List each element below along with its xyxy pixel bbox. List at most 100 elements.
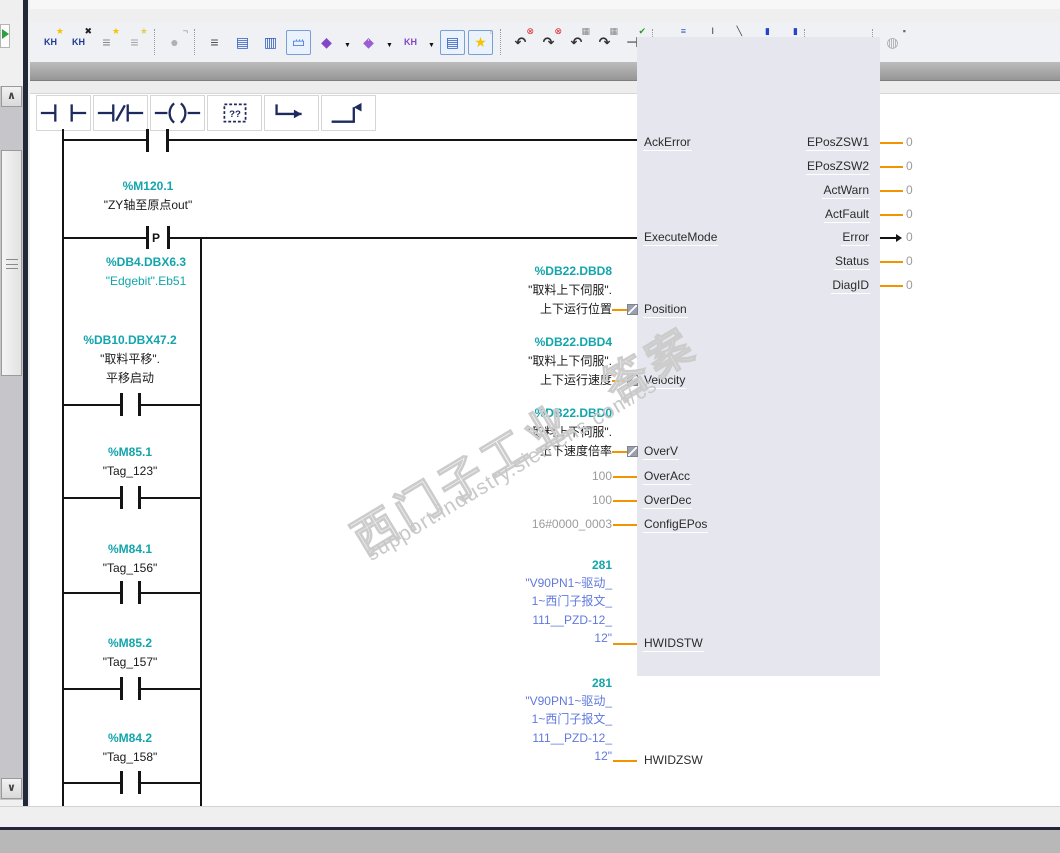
hw-id-value[interactable]: 281 [412,674,612,692]
scroll-down-button[interactable]: ∨ [1,778,22,799]
collapse-all-networks-button[interactable]: ▥ [258,30,283,55]
velocity-operand[interactable]: %DB22.DBD4 "取料上下伺服". 上下运行速度 [412,333,612,390]
operand-address[interactable]: %M120.1 [123,179,174,193]
next-error-button[interactable]: ↷ ⊗ [536,26,562,55]
operand-name[interactable]: 12" [412,747,612,765]
vertical-scrollbar[interactable]: ∧ ∨ [0,86,23,800]
p-contact-labels[interactable]: %M120.1 "ZY轴至原点out" [68,177,228,215]
network-outline-button[interactable]: ≡ [202,30,227,55]
insert-network-button[interactable]: KH ★ [38,26,64,55]
operand-name[interactable]: "Tag_158" [103,750,158,764]
hwidstw-operand[interactable]: 281 "V90PN1~驱动_ 1~西门子报文_ 111__PZD-12_ 12… [412,556,612,647]
operand-name[interactable]: 111__PZD-12_ [412,729,612,747]
sina-pos-function-block[interactable] [637,37,880,676]
hwidzsw-operand[interactable]: 281 "V90PN1~驱动_ 1~西门子报文_ 111__PZD-12_ 12… [412,674,612,765]
overacc-value[interactable]: 100 [412,467,612,486]
hw-id-value[interactable]: 281 [412,556,612,574]
operand-comments-button[interactable]: ◆ ⋯ [356,30,381,55]
snapshot-lock-button[interactable]: ◍ ▪ [880,26,906,55]
operand-name[interactable]: "取料上下伺服". [528,425,612,439]
position-operand[interactable]: %DB22.DBD8 "取料上下伺服". 上下运行位置 [412,262,612,319]
block-input-velocity[interactable]: Velocity [643,373,687,389]
delete-network-button[interactable]: KH ✖ [66,26,92,55]
operand-name[interactable]: 1~西门子报文_ [412,710,612,728]
contact-labels[interactable]: %M84.1 "Tag_156" [50,540,210,578]
operand-name[interactable]: "V90PN1~驱动_ [412,692,612,710]
absolute-operands-dropdown[interactable]: ▼ [342,30,353,55]
operand-name[interactable]: 上下速度倍率 [540,444,612,458]
expand-all-networks-button[interactable]: ▤ [230,30,255,55]
configepos-value[interactable]: 16#0000_0003 [412,515,612,534]
scroll-up-button[interactable]: ∧ [1,86,22,107]
operand-name[interactable]: 12" [412,629,612,647]
block-output-eposzsw2[interactable]: EPosZSW2 [637,159,875,175]
symbolic-operands-button[interactable]: KH [398,30,423,55]
block-output-diagid[interactable]: DiagID [637,278,875,294]
operand-address[interactable]: %M85.2 [108,636,152,650]
open-branch-button[interactable] [264,95,319,131]
contact-labels[interactable]: %DB10.DBX47.2 "取料平移". 平移启动 [50,331,210,388]
insert-row-before-button[interactable]: ≡ ★ [94,26,120,55]
no-contact-button[interactable] [36,95,91,131]
block-output-error[interactable]: Error [637,230,875,246]
goto-next-edit-button[interactable]: ↷ ▦ [592,26,618,55]
block-input-overacc[interactable]: OverAcc [643,469,692,485]
contact-labels[interactable]: %M85.1 "Tag_123" [50,443,210,481]
operand-name[interactable]: "V90PN1~驱动_ [412,574,612,592]
operand-name[interactable]: 111__PZD-12_ [412,611,612,629]
operand-name[interactable]: 平移启动 [106,371,154,385]
goto-previous-edit-button[interactable]: ↶ ▦ [564,26,590,55]
overdec-value[interactable]: 100 [412,491,612,510]
toggle-network-comments-button[interactable]: ▭ ⋯ [286,29,311,55]
pane-divider[interactable] [23,0,28,830]
block-input-position[interactable]: Position [643,302,688,318]
insert-row-after-button[interactable]: ≡ ★ [122,26,148,55]
operand-comments-dropdown[interactable]: ▼ [384,30,395,55]
block-input-overdec[interactable]: OverDec [643,493,693,509]
block-input-overv[interactable]: OverV [643,444,680,460]
operand-name[interactable]: "取料上下伺服". [528,283,612,297]
operand-address[interactable]: %M84.1 [108,542,152,556]
operand-address[interactable]: %DB4.DBX6.3 [106,255,186,269]
block-input-hwidzsw[interactable]: HWIDZSW [643,753,704,769]
coil-button[interactable] [150,95,205,131]
operand-address[interactable]: %M84.2 [108,731,152,745]
operand-name[interactable]: 上下运行速度 [540,373,612,387]
freeform-comment-button[interactable]: ● ¬ [162,26,188,55]
contact-labels[interactable]: %M85.2 "Tag_157" [50,634,210,672]
block-output-status[interactable]: Status [637,254,875,270]
favorites-view-button[interactable]: ★ ▫ [468,27,493,55]
previous-error-button[interactable]: ↶ ⊗ [508,26,534,55]
absolute-operands-button[interactable]: ◆ [314,30,339,55]
operand-address[interactable]: %DB22.DBD8 [412,262,612,281]
contact-labels[interactable]: %M84.2 "Tag_158" [50,729,210,767]
edge-bit-labels[interactable]: %DB4.DBX6.3 "Edgebit".Eb51 [66,253,226,291]
operand-name[interactable]: "Tag_157" [103,655,158,669]
block-output-actfault[interactable]: ActFault [637,207,875,223]
operand-name[interactable]: "取料平移". [100,352,160,366]
operand-address[interactable]: %DB22.DBD0 [412,404,612,423]
operand-name[interactable]: "Tag_156" [103,561,158,575]
symbolic-operands-dropdown[interactable]: ▼ [426,30,437,55]
empty-box-button[interactable]: ?? [207,95,262,131]
operand-name[interactable]: "Tag_123" [103,464,158,478]
close-branch-button[interactable] [321,95,376,131]
operand-name[interactable]: "ZY轴至原点out" [104,198,193,212]
operand-address[interactable]: %M85.1 [108,445,152,459]
overv-operand[interactable]: %DB22.DBD0 "取料上下伺服". 上下速度倍率 [412,404,612,461]
operand-name[interactable]: 1~西门子报文_ [412,592,612,610]
block-input-hwidstw[interactable]: HWIDSTW [643,636,704,652]
nc-contact-button[interactable] [93,95,148,131]
dots-icon: ⋯ [295,34,304,45]
scrollbar-thumb[interactable] [1,150,22,376]
operand-name[interactable]: 上下运行位置 [540,302,612,316]
block-output-actwarn[interactable]: ActWarn [637,183,875,199]
operand-address[interactable]: %DB22.DBD4 [412,333,612,352]
block-input-configepos[interactable]: ConfigEPos [643,517,709,533]
operand-name[interactable]: "取料上下伺服". [528,354,612,368]
network-symbol-display-button[interactable]: ▤ [440,29,465,55]
cut-toolbar-icon[interactable] [0,24,10,48]
operand-name[interactable]: "Edgebit".Eb51 [106,274,187,288]
block-output-eposzsw1[interactable]: EPosZSW1 [637,135,875,151]
operand-address[interactable]: %DB10.DBX47.2 [83,333,176,347]
